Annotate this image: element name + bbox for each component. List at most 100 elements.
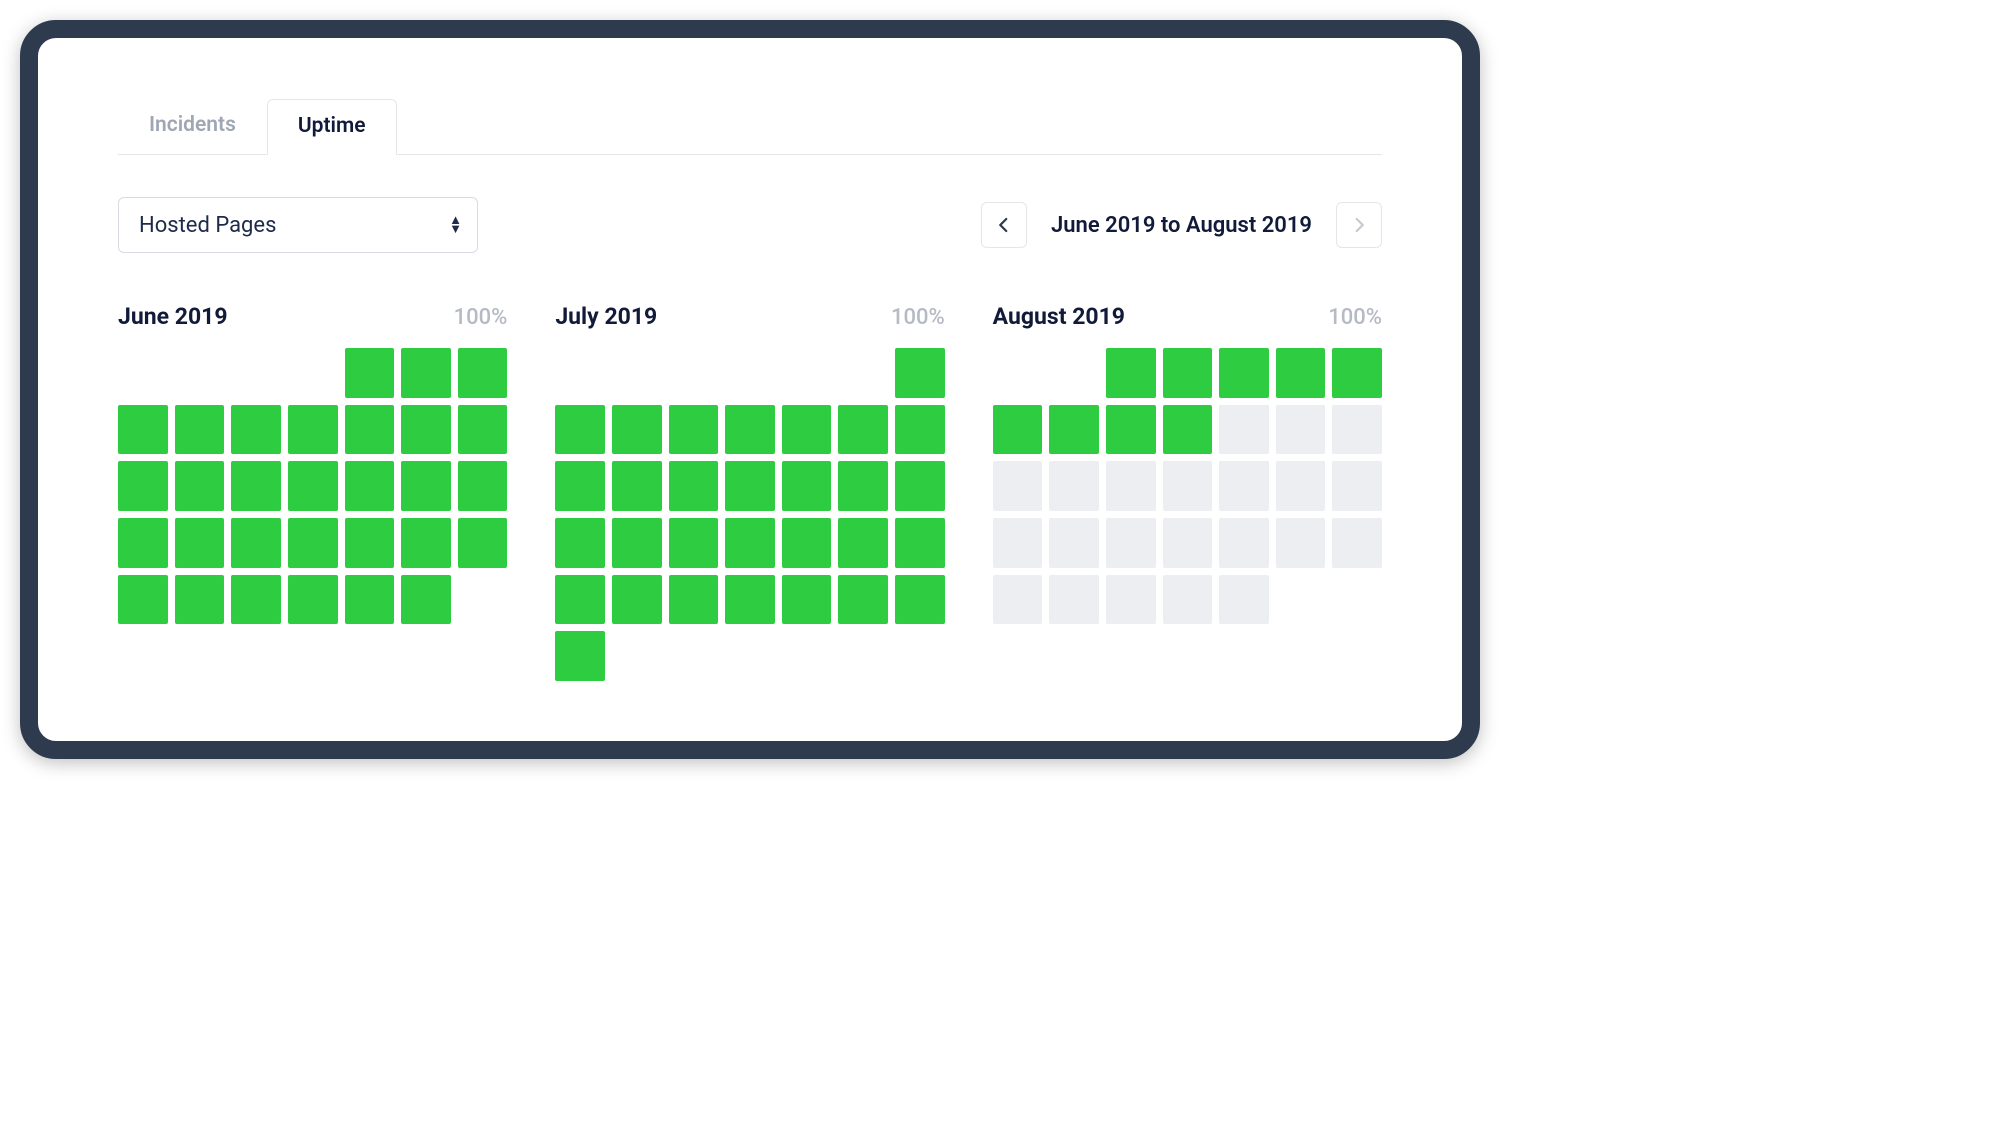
day-cell[interactable] <box>555 518 605 568</box>
day-cell[interactable] <box>838 575 888 625</box>
component-select[interactable]: Hosted Pages ▲▼ <box>118 197 478 253</box>
day-cell[interactable] <box>782 518 832 568</box>
day-cell[interactable] <box>401 405 451 455</box>
day-cell[interactable] <box>345 461 395 511</box>
day-cell[interactable] <box>669 518 719 568</box>
day-cell[interactable] <box>1163 405 1213 455</box>
day-cell[interactable] <box>993 518 1043 568</box>
day-cell[interactable] <box>612 518 662 568</box>
day-cell[interactable] <box>231 405 281 455</box>
day-cell[interactable] <box>1276 461 1326 511</box>
day-cell[interactable] <box>1049 575 1099 625</box>
day-cell[interactable] <box>1163 461 1213 511</box>
day-cell[interactable] <box>1163 518 1213 568</box>
day-cell[interactable] <box>1332 348 1382 398</box>
day-cell[interactable] <box>458 518 508 568</box>
day-cell[interactable] <box>231 461 281 511</box>
day-cell[interactable] <box>895 518 945 568</box>
day-cell[interactable] <box>1106 518 1156 568</box>
day-cell[interactable] <box>345 348 395 398</box>
day-cell[interactable] <box>345 575 395 625</box>
day-cell[interactable] <box>1332 461 1382 511</box>
day-cell[interactable] <box>1106 461 1156 511</box>
day-cell[interactable] <box>1219 518 1269 568</box>
day-cell[interactable] <box>1049 405 1099 455</box>
day-cell[interactable] <box>895 575 945 625</box>
day-cell[interactable] <box>555 461 605 511</box>
day-cell[interactable] <box>838 461 888 511</box>
day-cell[interactable] <box>118 518 168 568</box>
day-cell[interactable] <box>725 461 775 511</box>
day-cell[interactable] <box>118 405 168 455</box>
day-cell[interactable] <box>401 461 451 511</box>
day-cell[interactable] <box>175 575 225 625</box>
day-cell[interactable] <box>895 461 945 511</box>
day-cell[interactable] <box>838 518 888 568</box>
day-cell[interactable] <box>895 348 945 398</box>
day-cell[interactable] <box>118 575 168 625</box>
day-cell[interactable] <box>1049 461 1099 511</box>
day-cell[interactable] <box>1332 405 1382 455</box>
day-cell[interactable] <box>612 405 662 455</box>
month-uptime: 100% <box>891 305 945 330</box>
day-cell[interactable] <box>458 405 508 455</box>
day-cell[interactable] <box>669 461 719 511</box>
day-cell[interactable] <box>175 405 225 455</box>
day-cell[interactable] <box>1163 575 1213 625</box>
day-cell[interactable] <box>175 461 225 511</box>
day-cell[interactable] <box>555 575 605 625</box>
prev-range-button[interactable] <box>981 202 1027 248</box>
day-cell[interactable] <box>838 405 888 455</box>
tab-incidents[interactable]: Incidents <box>118 98 267 154</box>
day-cell[interactable] <box>612 461 662 511</box>
day-cell[interactable] <box>725 405 775 455</box>
day-cell[interactable] <box>118 461 168 511</box>
day-cell[interactable] <box>895 405 945 455</box>
day-cell[interactable] <box>345 405 395 455</box>
day-cell[interactable] <box>345 518 395 568</box>
day-blank <box>231 348 281 398</box>
day-cell[interactable] <box>1219 405 1269 455</box>
day-cell[interactable] <box>458 461 508 511</box>
tab-uptime[interactable]: Uptime <box>267 99 397 155</box>
day-cell[interactable] <box>458 348 508 398</box>
day-cell[interactable] <box>1106 575 1156 625</box>
day-cell[interactable] <box>782 575 832 625</box>
day-cell[interactable] <box>1106 405 1156 455</box>
day-cell[interactable] <box>231 575 281 625</box>
day-cell[interactable] <box>231 518 281 568</box>
day-cell[interactable] <box>1106 348 1156 398</box>
day-cell[interactable] <box>1219 461 1269 511</box>
day-cell[interactable] <box>1332 518 1382 568</box>
day-cell[interactable] <box>782 461 832 511</box>
day-cell[interactable] <box>669 405 719 455</box>
next-range-button[interactable] <box>1336 202 1382 248</box>
day-cell[interactable] <box>1219 348 1269 398</box>
day-cell[interactable] <box>288 575 338 625</box>
day-cell[interactable] <box>288 518 338 568</box>
day-cell[interactable] <box>725 518 775 568</box>
day-cell[interactable] <box>1049 518 1099 568</box>
day-cell[interactable] <box>1276 518 1326 568</box>
day-cell[interactable] <box>669 575 719 625</box>
month-name: August 2019 <box>993 303 1125 330</box>
day-cell[interactable] <box>782 405 832 455</box>
day-cell[interactable] <box>288 461 338 511</box>
day-cell[interactable] <box>288 405 338 455</box>
day-cell[interactable] <box>401 575 451 625</box>
day-cell[interactable] <box>1163 348 1213 398</box>
day-cell[interactable] <box>1276 405 1326 455</box>
day-cell[interactable] <box>555 405 605 455</box>
day-cell[interactable] <box>993 575 1043 625</box>
day-cell[interactable] <box>401 518 451 568</box>
day-cell[interactable] <box>725 575 775 625</box>
day-cell[interactable] <box>1219 575 1269 625</box>
day-cell[interactable] <box>612 575 662 625</box>
day-cell[interactable] <box>401 348 451 398</box>
day-cell[interactable] <box>1276 348 1326 398</box>
day-cell[interactable] <box>993 405 1043 455</box>
date-range-label: June 2019 to August 2019 <box>1051 213 1312 238</box>
day-cell[interactable] <box>555 631 605 681</box>
day-cell[interactable] <box>993 461 1043 511</box>
day-cell[interactable] <box>175 518 225 568</box>
